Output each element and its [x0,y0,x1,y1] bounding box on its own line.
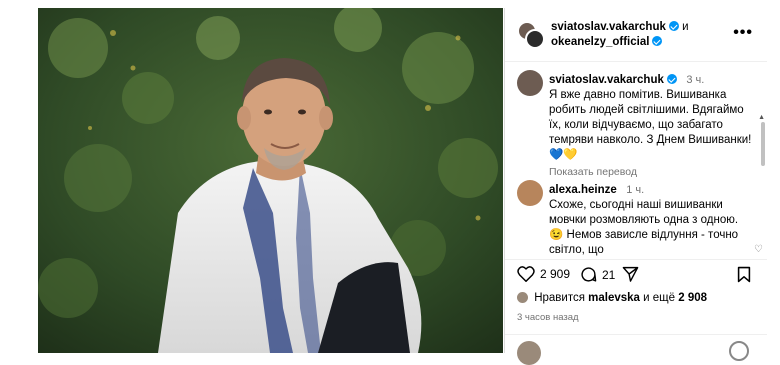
post-header: sviatoslav.vakarchuk и okeanelzy_officia… [505,8,767,62]
comment-avatar[interactable] [517,180,543,206]
action-bar: 2 909 21 [505,259,767,290]
comments-list[interactable]: sviatoslav.vakarchuk 3 ч. Я вже давно по… [505,62,767,259]
comment-text: Схоже, сьогодні наші вишиванки мовчки ро… [549,199,739,256]
save-action[interactable] [737,266,751,283]
emoji-picker-icon[interactable] [729,341,749,361]
comment-text: Я вже давно помітив. Вишиванка робить лю… [549,89,752,146]
author2-link[interactable]: okeanelzy_official [551,36,649,48]
author-line-1: sviatoslav.vakarchuk и [551,20,689,34]
comment-time[interactable]: 3 ч. [686,74,704,86]
add-comment-area [505,334,767,365]
comment-time[interactable]: 1 ч. [626,184,644,196]
comment-user[interactable]: sviatoslav.vakarchuk [549,74,664,86]
scroll-up-arrow-icon[interactable]: ▲ [758,114,765,121]
comment-action[interactable]: 21 [580,266,615,283]
author-and: и [682,21,689,33]
heart-icon[interactable] [517,266,535,282]
author-avatars[interactable] [517,21,545,49]
author1-link[interactable]: sviatoslav.vakarchuk [551,21,666,33]
comment-item: alexa.heinze 1 ч. Схоже, сьогодні наші в… [549,180,749,258]
vertical-scrollbar[interactable] [761,122,765,166]
comment-like-icon[interactable]: ♡ [754,244,763,255]
verified-badge-icon [668,21,679,31]
likes-prefix: Нравится [534,292,585,304]
post-time-ago[interactable]: 3 часов назад [517,312,579,323]
share-icon[interactable] [622,266,639,282]
likes-others-count[interactable]: 2 908 [678,292,707,304]
bookmark-icon[interactable] [737,266,751,283]
comment-emoji: 💙💛 [549,149,578,161]
comments-count[interactable]: 21 [602,268,615,282]
liked-by-line: Нравится malevska и ещё 2 908 [517,292,707,304]
avatar-okeanelzy[interactable] [525,29,545,49]
show-translation-link[interactable]: Показать перевод [549,166,754,178]
liker-username[interactable]: malevska [588,292,640,304]
likes-count[interactable]: 2 909 [540,267,570,281]
likes-suffix: и ещё [643,292,676,304]
post-photo[interactable] [38,8,503,353]
post-panel: sviatoslav.vakarchuk и okeanelzy_officia… [504,8,767,365]
liker-avatar[interactable] [517,292,528,303]
verified-badge-icon [652,36,663,46]
comment-user[interactable]: alexa.heinze [549,184,617,196]
more-options-icon[interactable]: ••• [733,24,753,42]
author-line-2: okeanelzy_official [551,35,663,49]
comment-icon[interactable] [580,266,597,283]
comment-avatar[interactable] [517,70,543,96]
current-user-avatar [517,341,541,365]
like-action[interactable]: 2 909 [517,266,570,282]
share-action[interactable] [622,266,639,282]
comment-item: sviatoslav.vakarchuk 3 ч. Я вже давно по… [549,70,754,178]
verified-badge-icon [666,74,677,84]
